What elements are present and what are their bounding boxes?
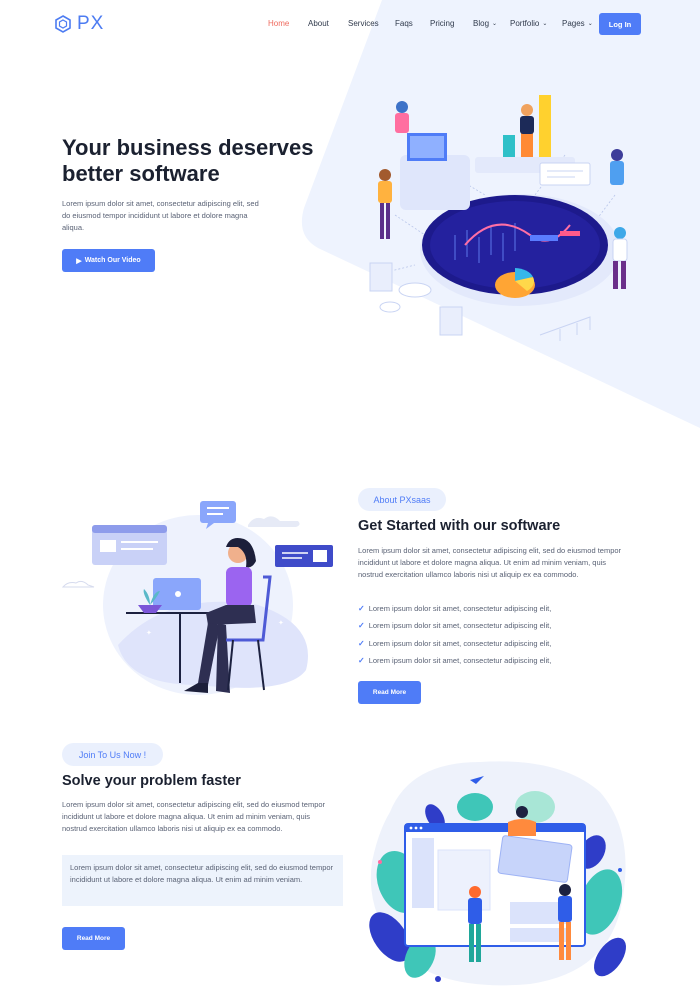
- join-pill-badge: Join To Us Now !: [62, 743, 163, 766]
- list-item-text: Lorem ipsum dolor sit amet, consectetur …: [368, 638, 552, 648]
- nav-about-label: About: [308, 19, 329, 28]
- solve-description: Lorem ipsum dolor sit amet, consectetur …: [62, 800, 326, 833]
- hexagon-logo-icon: [55, 15, 71, 33]
- logo[interactable]: PX: [55, 13, 104, 35]
- nav-pricing-label: Pricing: [430, 19, 455, 28]
- list-item-text: Lorem ipsum dolor sit amet, consectetur …: [368, 621, 552, 631]
- check-icon: ✓: [358, 638, 365, 648]
- nav-pages[interactable]: Pages ⌄: [562, 19, 598, 28]
- svg-text:✦: ✦: [278, 619, 284, 627]
- nav-faqs[interactable]: Faqs: [395, 19, 430, 28]
- list-item: ✓ Lorem ipsum dolor sit amet, consectetur…: [358, 617, 628, 634]
- nav-services[interactable]: Services: [348, 19, 395, 28]
- feature-checklist: ✓ Lorem ipsum dolor sit amet, consectetur…: [358, 600, 628, 669]
- woman-laptop-illustration: ✦ ✦: [61, 501, 333, 695]
- nav-portfolio[interactable]: Portfolio ⌄: [510, 19, 562, 28]
- hero-isometric-illustration: [369, 95, 628, 341]
- about-pill-badge: About PXsaas: [358, 488, 446, 511]
- chevron-down-icon: ⌄: [542, 21, 548, 27]
- team-website-illustration: [369, 761, 626, 986]
- solve-title: Solve your problem faster: [62, 773, 241, 789]
- main-nav: Home About Services Faqs Pricing Blog ⌄ P…: [268, 19, 598, 28]
- watch-video-button[interactable]: ▶ Watch Our Video: [62, 249, 155, 272]
- chevron-down-icon: ⌄: [587, 21, 593, 27]
- list-item-text: Lorem ipsum dolor sit amet, consectetur …: [368, 656, 552, 666]
- nav-blog[interactable]: Blog ⌄: [473, 19, 510, 28]
- watch-video-label: Watch Our Video: [84, 257, 141, 264]
- solve-read-more-button[interactable]: Read More: [62, 927, 125, 950]
- nav-portfolio-label: Portfolio: [510, 19, 540, 28]
- play-icon: ▶: [76, 257, 82, 265]
- about-title: Get Started with our software: [358, 518, 561, 534]
- check-icon: ✓: [358, 656, 365, 666]
- nav-blog-label: Blog: [473, 19, 490, 28]
- login-button[interactable]: Log In: [599, 13, 641, 35]
- about-description: Lorem ipsum dolor sit amet, consectetur …: [358, 546, 622, 579]
- check-icon: ✓: [358, 604, 365, 614]
- svg-text:✦: ✦: [146, 629, 152, 637]
- list-item: ✓ Lorem ipsum dolor sit amet, consectetur…: [358, 652, 628, 669]
- about-read-more-button[interactable]: Read More: [358, 681, 421, 704]
- hero-title: Your business deserves better software: [62, 135, 314, 186]
- hero-description: Lorem ipsum dolor sit amet, consectetur …: [62, 199, 259, 232]
- nav-faqs-label: Faqs: [395, 19, 413, 28]
- list-item: ✓ Lorem ipsum dolor sit amet, consectetur…: [358, 635, 628, 652]
- nav-home[interactable]: Home: [268, 19, 308, 28]
- nav-pages-label: Pages: [562, 19, 585, 28]
- logo-text: PX: [77, 13, 105, 34]
- list-item-text: Lorem ipsum dolor sit amet, consectetur …: [368, 604, 552, 614]
- nav-services-label: Services: [348, 19, 379, 28]
- nav-pricing[interactable]: Pricing: [430, 19, 473, 28]
- nav-about[interactable]: About: [308, 19, 348, 28]
- chevron-down-icon: ⌄: [492, 21, 498, 27]
- highlight-quote-box: Lorem ipsum dolor sit amet, consectetur …: [62, 855, 343, 906]
- nav-home-label: Home: [268, 19, 290, 28]
- list-item: ✓ Lorem ipsum dolor sit amet, consectetur…: [358, 600, 628, 617]
- check-icon: ✓: [358, 621, 365, 631]
- site-header: PX Home About Services Faqs Pricing Blog…: [0, 0, 700, 48]
